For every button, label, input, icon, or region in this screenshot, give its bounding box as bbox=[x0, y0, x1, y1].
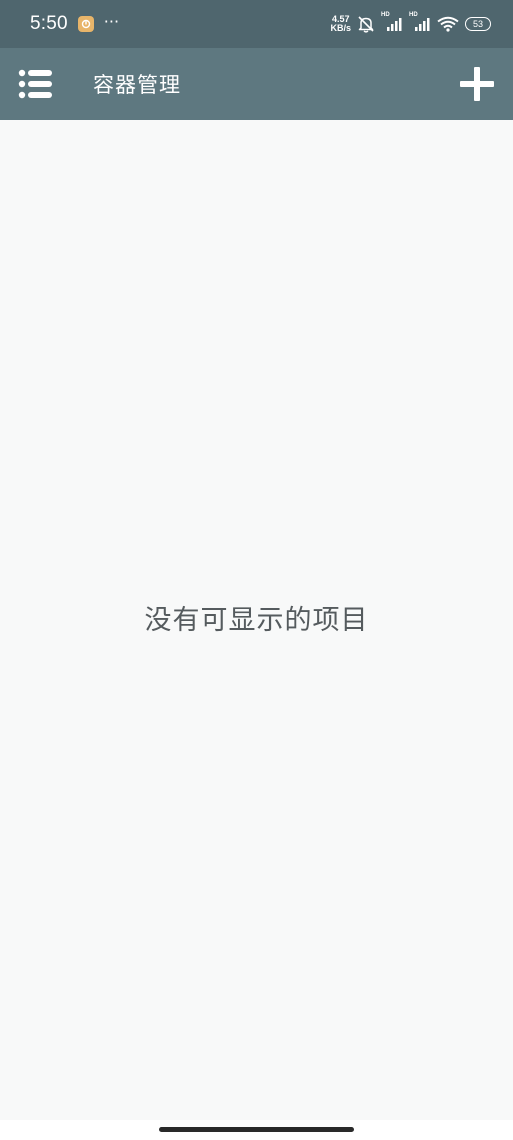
status-right: 4.57 KB/s HD HD 53 bbox=[330, 12, 491, 33]
list-menu-icon bbox=[18, 69, 52, 99]
status-time: 5:50 bbox=[30, 13, 68, 34]
more-notifications-icon: ··· bbox=[103, 12, 120, 31]
network-speed: 4.57 KB/s bbox=[330, 15, 351, 33]
mute-bell-icon bbox=[357, 15, 375, 33]
signal-icon bbox=[387, 18, 402, 31]
app-toolbar: 容器管理 bbox=[0, 48, 513, 120]
battery-icon: 53 bbox=[465, 17, 491, 31]
screen: 5:50 ··· 4.57 KB/s HD HD 53 容器管理 没有可显示的项… bbox=[0, 0, 513, 1140]
menu-button[interactable] bbox=[0, 48, 72, 120]
wifi-icon bbox=[437, 16, 459, 32]
home-indicator[interactable] bbox=[159, 1127, 354, 1132]
signal-icon bbox=[415, 18, 430, 31]
signal-1: HD bbox=[381, 12, 403, 32]
plus-icon bbox=[460, 67, 494, 101]
signal-2: HD bbox=[409, 12, 431, 32]
container-list: 没有可显示的项目 bbox=[0, 120, 513, 1120]
status-left: 5:50 ··· bbox=[30, 13, 119, 35]
network-speed-unit: KB/s bbox=[330, 23, 351, 33]
add-container-button[interactable] bbox=[441, 48, 513, 120]
app-notification-icon bbox=[77, 16, 94, 32]
navigation-bar bbox=[0, 1120, 513, 1140]
signal-1-hd-tag: HD bbox=[381, 12, 390, 18]
empty-state-message: 没有可显示的项目 bbox=[144, 605, 369, 636]
signal-2-hd-tag: HD bbox=[409, 12, 418, 18]
page-title: 容器管理 bbox=[93, 73, 181, 97]
status-bar: 5:50 ··· 4.57 KB/s HD HD 53 bbox=[0, 0, 513, 48]
battery-level: 53 bbox=[472, 19, 483, 29]
